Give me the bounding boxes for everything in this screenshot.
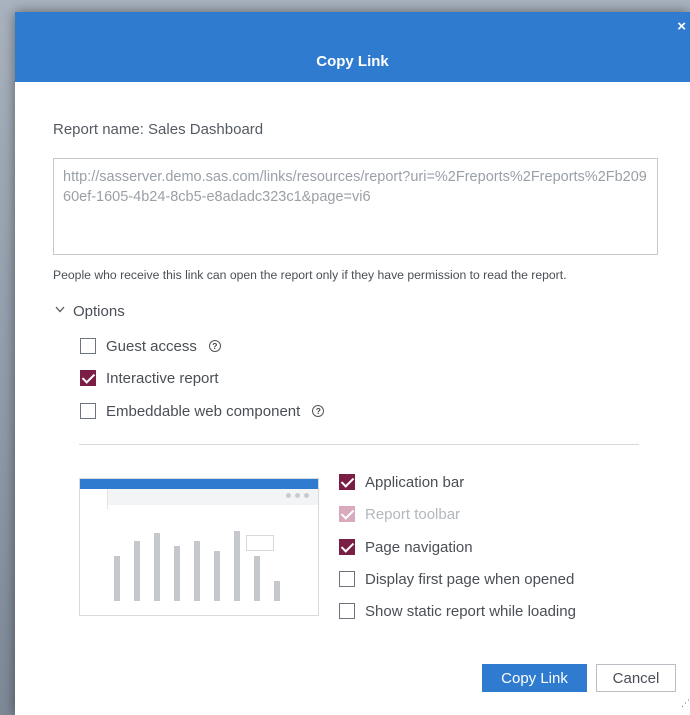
interactive-report-label: Interactive report (106, 369, 219, 387)
chevron-down-icon (55, 304, 65, 316)
preview-chart-bar (134, 541, 140, 601)
display-first-page-label: Display first page when opened (365, 570, 575, 588)
dialog-header: Copy Link × (15, 12, 690, 82)
help-icon[interactable]: ? (312, 405, 325, 417)
embeddable-web-component-option[interactable]: Embeddable web component ? (80, 401, 325, 421)
cancel-button[interactable]: Cancel (596, 664, 676, 692)
help-icon[interactable]: ? (208, 340, 221, 352)
interactive-report-checkbox[interactable] (80, 370, 96, 386)
copy-link-button[interactable]: Copy Link (482, 664, 587, 692)
dialog-title: Copy Link (316, 53, 389, 70)
close-icon[interactable]: × (677, 19, 686, 34)
resize-handle-icon[interactable]: ⋰ (681, 698, 690, 709)
preview-chart-bar (114, 556, 120, 601)
preview-application-bar (80, 479, 318, 489)
embeddable-web-component-label: Embeddable web component (106, 402, 301, 420)
report-preview-thumbnail (79, 478, 319, 616)
preview-page-tab (80, 489, 108, 509)
preview-chart-bar (194, 541, 200, 601)
preview-chart-bar (274, 581, 280, 601)
application-bar-label: Application bar (365, 473, 465, 491)
preview-chart-bar (254, 556, 260, 601)
link-url-field[interactable] (53, 158, 658, 255)
show-static-report-label: Show static report while loading (365, 602, 576, 620)
guest-access-label: Guest access (106, 337, 197, 355)
preview-toolbar (80, 489, 318, 505)
report-toolbar-checkbox (339, 506, 355, 522)
page-navigation-checkbox[interactable] (339, 539, 355, 555)
show-static-report-option[interactable]: Show static report while loading (339, 601, 576, 621)
preview-chart-bar (154, 533, 160, 601)
preview-menu-dot (295, 493, 300, 498)
preview-menu-dot (304, 493, 309, 498)
preview-menu-dot (286, 493, 291, 498)
permission-note: People who receive this link can open th… (53, 268, 567, 282)
preview-chart-bar (174, 546, 180, 601)
interactive-report-option[interactable]: Interactive report (80, 368, 219, 388)
page-navigation-option[interactable]: Page navigation (339, 537, 473, 557)
preview-tooltip (246, 535, 274, 551)
report-toolbar-option: Report toolbar (339, 504, 460, 524)
application-bar-option[interactable]: Application bar (339, 472, 464, 492)
options-divider (79, 444, 639, 445)
embeddable-web-component-checkbox[interactable] (80, 403, 96, 419)
preview-chart-bar (234, 531, 240, 601)
preview-chart-bar (214, 551, 220, 601)
page-navigation-label: Page navigation (365, 538, 473, 556)
application-bar-checkbox[interactable] (339, 474, 355, 490)
guest-access-checkbox[interactable] (80, 338, 96, 354)
report-toolbar-label: Report toolbar (365, 505, 461, 523)
display-first-page-option[interactable]: Display first page when opened (339, 569, 574, 589)
copy-link-dialog: Copy Link × Report name: Sales Dashboard… (15, 12, 690, 715)
display-first-page-checkbox[interactable] (339, 571, 355, 587)
guest-access-option[interactable]: Guest access ? (80, 336, 221, 356)
options-toggle[interactable]: Options (55, 301, 125, 321)
show-static-report-checkbox[interactable] (339, 603, 355, 619)
options-label: Options (73, 302, 125, 320)
report-name-label: Report name: Sales Dashboard (53, 121, 264, 138)
